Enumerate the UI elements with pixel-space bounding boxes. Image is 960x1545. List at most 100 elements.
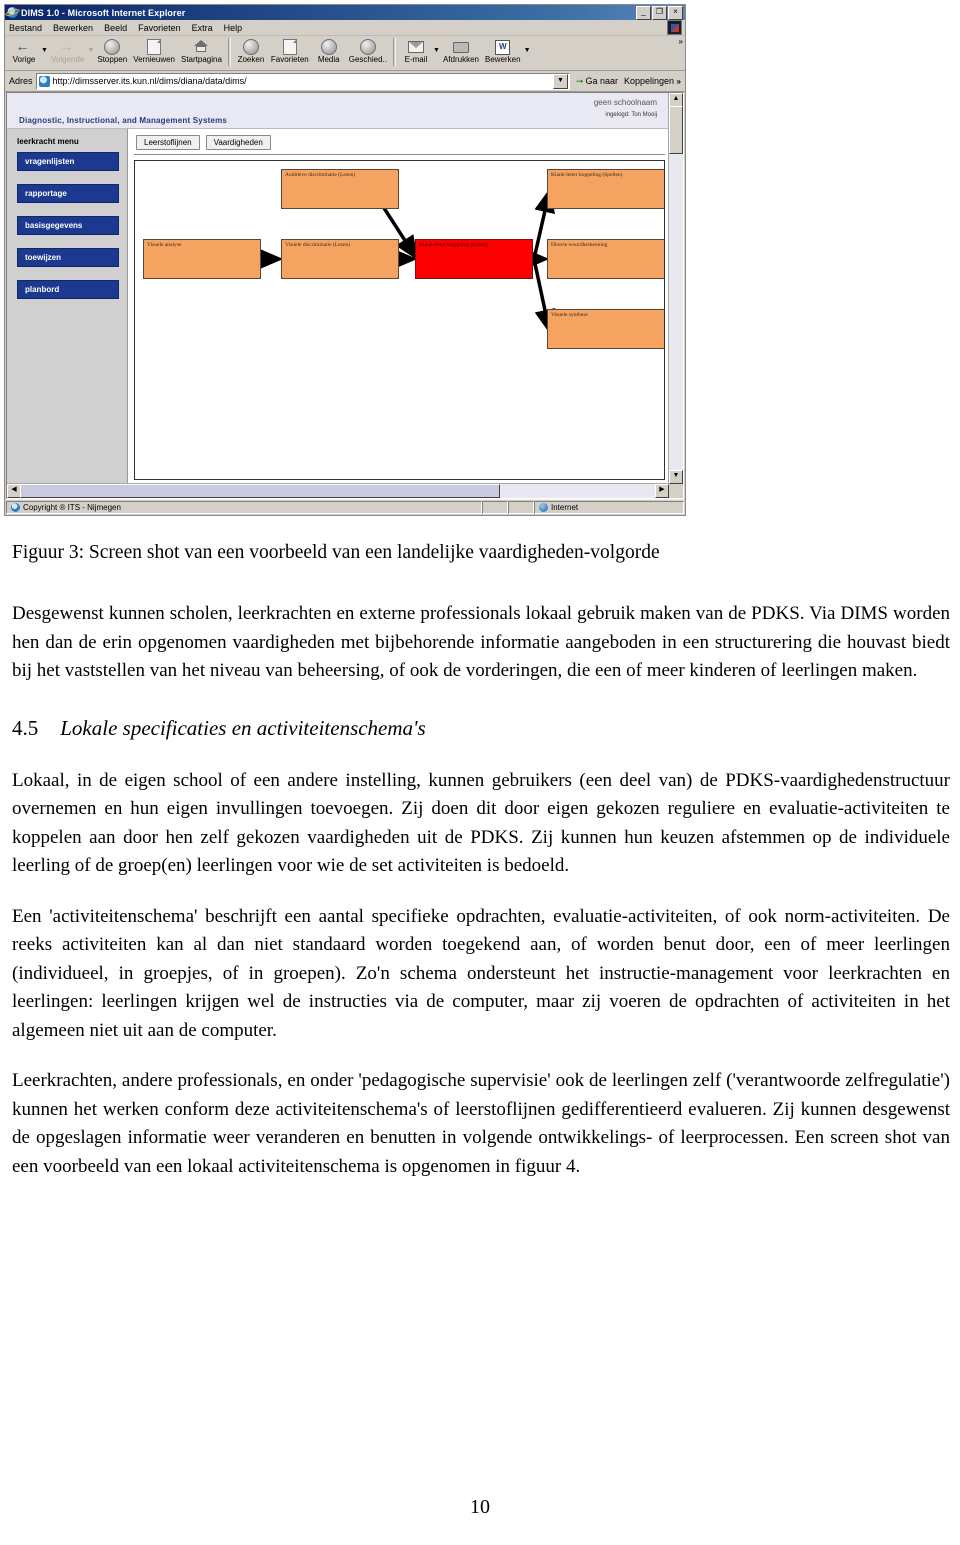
vertical-scrollbar[interactable]: ▲ ▼ (668, 93, 683, 484)
toolbar-label-edit: Bewerken (485, 55, 521, 64)
links-label: Koppelingen (623, 76, 675, 86)
toolbar-button-home[interactable]: Startpagina (178, 37, 225, 64)
menu-item-bewerken[interactable]: Bewerken (53, 23, 93, 33)
window-title: DIMS 1.0 - Microsoft Internet Explorer (21, 7, 186, 18)
home-icon (193, 38, 210, 54)
title-bar: DIMS 1.0 - Microsoft Internet Explorer _… (5, 5, 685, 20)
sidebar-item-label: planbord (25, 285, 60, 294)
sidebar-item-label: basisgegevens (25, 221, 83, 230)
internet-globe-icon (539, 503, 548, 512)
media-icon (320, 38, 337, 55)
diagram-box-visuele-synthese[interactable]: Visuele synthese (547, 309, 664, 349)
toolbar-overflow-chevron-icon[interactable]: » (679, 37, 683, 46)
sidebar-item-vragenlijsten[interactable]: vragenlijsten (17, 152, 119, 171)
address-dropdown-arrow-icon[interactable]: ▼ (552, 73, 568, 89)
web-page: Diagnostic, Instructional, and Managemen… (7, 93, 669, 484)
tab-vaardigheden[interactable]: Vaardigheden (205, 135, 271, 150)
toolbar-label-home: Startpagina (181, 55, 222, 64)
toolbar-button-mail[interactable]: E-mail (399, 37, 433, 64)
diagram-box-visuele-discriminatie-lezen[interactable]: Visuele discriminatie (Lezen) (281, 239, 399, 279)
main-content: Leerstoflijnen Vaardigheden Visuele anal… (128, 129, 669, 484)
horizontal-scrollbar[interactable]: ◀ ▶ (7, 483, 669, 498)
diagram-box-auditieve-discriminatie-lezen[interactable]: Auditieve discriminatie (Lezen) (281, 169, 399, 209)
go-label: Ga naar (585, 76, 618, 86)
scroll-down-button[interactable]: ▼ (669, 470, 683, 484)
sidebar-item-toewijzen[interactable]: toewijzen (17, 248, 119, 267)
window-controls: _ ❐ × (636, 5, 683, 20)
scrollbar-corner (669, 484, 683, 498)
forward-dropdown-arrow-icon[interactable]: ▼ (87, 47, 94, 54)
diagram-box-visuele-analyse[interactable]: Visuele analyse (143, 239, 261, 279)
status-bar: Copyright ® ITS - Nijmegen Internet (6, 499, 684, 515)
scroll-up-button[interactable]: ▲ (669, 93, 683, 107)
diagram-box-directe-woordherkenning[interactable]: Directe woordherkenning (547, 239, 664, 279)
toolbar-separator-2 (392, 38, 396, 66)
vertical-scrollbar-thumb[interactable] (669, 106, 683, 154)
toolbar-button-edit[interactable]: W Bewerken (482, 37, 524, 64)
logged-in-user-label: ingelogd: Ton Mooij (605, 112, 657, 118)
menu-item-help[interactable]: Help (224, 23, 243, 33)
school-name-label: geen schoolnaam (593, 98, 657, 107)
toolbar-button-refresh[interactable]: Vernieuwen (130, 37, 178, 64)
forward-arrow-icon: → (59, 38, 74, 54)
status-panel-2 (508, 501, 534, 514)
go-button[interactable]: ➞ Ga naar (573, 76, 621, 87)
tab-leerstoflijnen[interactable]: Leerstoflijnen (136, 135, 200, 150)
paragraph-2: Lokaal, in de eigen school of een andere… (12, 769, 950, 877)
toolbar-label-print: Afdrukken (442, 55, 479, 64)
minimize-button[interactable]: _ (636, 5, 651, 20)
tab-divider (134, 154, 665, 155)
section-heading-4-5: 4.5 Lokale specificaties en activiteiten… (12, 716, 950, 741)
browser-viewport: Diagnostic, Instructional, and Managemen… (6, 92, 684, 499)
toolbar-label-history: Geschied.. (348, 55, 387, 64)
restore-button[interactable]: ❐ (652, 5, 667, 20)
edit-word-icon: W (494, 38, 511, 55)
toolbar-button-back[interactable]: ← Vorige (7, 37, 41, 64)
scroll-left-button[interactable]: ◀ (7, 484, 21, 498)
paragraph-1: Desgewenst kunnen scholen, leerkrachten … (12, 603, 950, 681)
toolbar-button-favorites[interactable]: Favorieten (268, 37, 312, 64)
document-text: Figuur 3: Screen shot van een voorbeeld … (12, 540, 950, 1181)
section-number: 4.5 (12, 715, 39, 740)
mail-icon (407, 38, 424, 54)
sidebar: leerkracht menu vragenlijsten rapportage… (7, 129, 128, 484)
menu-item-beeld[interactable]: Beeld (104, 23, 127, 33)
links-button[interactable]: Koppelingen » (624, 76, 683, 86)
address-input[interactable]: http://dimsserver.its.kun.nl/dims/diana/… (35, 72, 570, 90)
windows-flag-icon (667, 20, 682, 35)
sidebar-item-basisgegevens[interactable]: basisgegevens (17, 216, 119, 235)
close-button[interactable]: × (668, 5, 683, 20)
address-bar: Adres http://dimsserver.its.kun.nl/dims/… (5, 71, 685, 92)
sidebar-item-rapportage[interactable]: rapportage (17, 184, 119, 203)
search-icon (242, 38, 259, 55)
toolbar-button-history[interactable]: Geschied.. (346, 37, 390, 64)
menu-bar: Bestand Bewerken Beeld Favorieten Extra … (5, 20, 685, 36)
toolbar-button-search[interactable]: Zoeken (234, 37, 268, 64)
status-message: Copyright ® ITS - Nijmegen (6, 501, 482, 514)
toolbar-separator-1 (227, 38, 231, 66)
toolbar-label-stop: Stoppen (97, 55, 128, 64)
toolbar-button-stop[interactable]: Stoppen (94, 37, 130, 64)
sidebar-item-label: toewijzen (25, 253, 62, 262)
mail-dropdown-arrow-icon[interactable]: ▼ (433, 47, 440, 54)
toolbar-label-mail: E-mail (404, 55, 428, 64)
diagram-box-klank-letter-koppeling-lezen[interactable]: Klank-letter koppeling (Lezen) (415, 239, 533, 279)
menu-item-bestand[interactable]: Bestand (9, 23, 42, 33)
toolbar-label-media: Media (317, 55, 340, 64)
toolbar-button-print[interactable]: Afdrukken (440, 37, 482, 64)
page-favicon-icon (38, 75, 50, 87)
browser-toolbar: ← Vorige ▼ → Volgende ▼ Stoppen Vernieuw… (5, 36, 685, 71)
section-title: Lokale specificaties en activiteitensche… (60, 715, 426, 740)
figure-caption: Figuur 3: Screen shot van een voorbeeld … (12, 542, 660, 563)
toolbar-button-forward[interactable]: → Volgende (48, 37, 87, 64)
horizontal-scrollbar-thumb[interactable] (20, 484, 500, 498)
toolbar-button-media[interactable]: Media (312, 37, 346, 64)
site-brand-title: Diagnostic, Instructional, and Managemen… (19, 116, 228, 125)
scroll-right-button[interactable]: ▶ (655, 484, 669, 498)
diagram-box-klank-letter-koppeling-spellen[interactable]: Klank-letter koppeling (Spellen) (547, 169, 664, 209)
back-dropdown-arrow-icon[interactable]: ▼ (41, 47, 48, 54)
edit-dropdown-arrow-icon[interactable]: ▼ (524, 47, 531, 54)
menu-item-favorieten[interactable]: Favorieten (138, 23, 181, 33)
sidebar-item-planbord[interactable]: planbord (17, 280, 119, 299)
menu-item-extra[interactable]: Extra (192, 23, 213, 33)
